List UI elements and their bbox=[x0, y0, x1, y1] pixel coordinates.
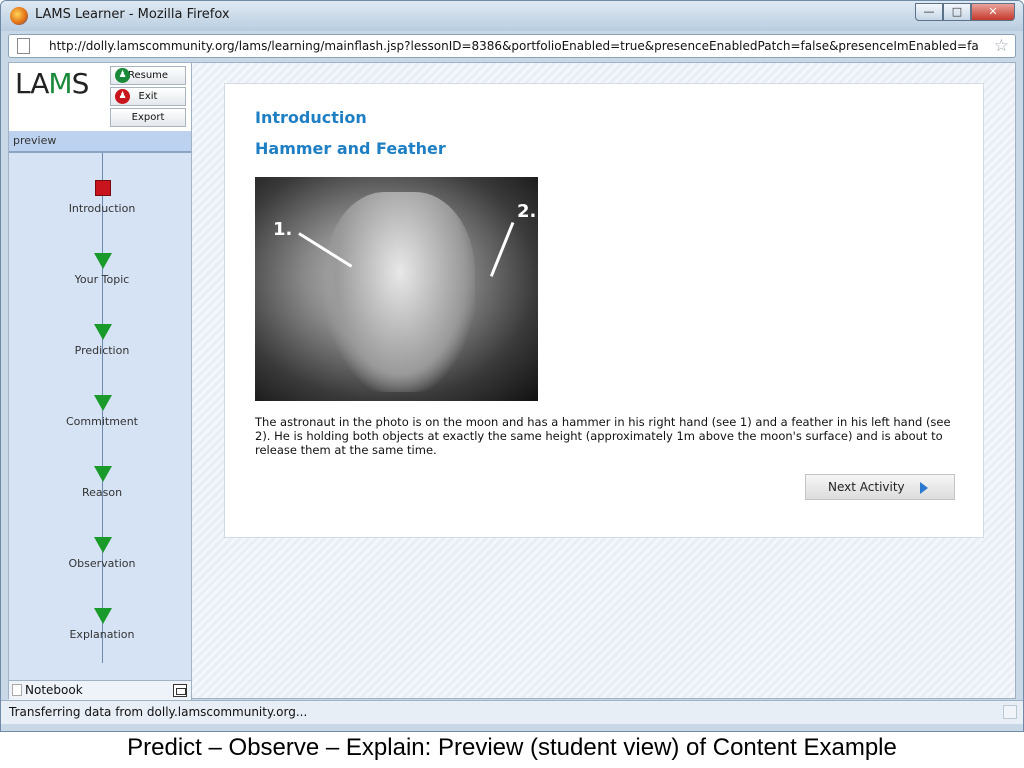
address-bar[interactable]: http://dolly.lamscommunity.org/lams/lear… bbox=[8, 34, 1016, 58]
preview-label: preview bbox=[9, 131, 191, 153]
resume-person-icon: ♟ bbox=[115, 68, 130, 83]
browser-window: LAMS Learner - Mozilla Firefox — □ ✕ htt… bbox=[0, 0, 1024, 732]
play-arrow-icon bbox=[920, 482, 928, 494]
activity-label: Introduction bbox=[68, 202, 136, 215]
logo-text-left: LA bbox=[15, 67, 49, 100]
resume-button[interactable]: ♟ Resume bbox=[110, 66, 186, 85]
todo-activity-marker-icon bbox=[94, 466, 112, 482]
resume-button-label: Resume bbox=[127, 70, 169, 81]
photo-label-one: 1. bbox=[273, 219, 293, 240]
activity-label: Prediction bbox=[74, 344, 130, 357]
activity-label: Explanation bbox=[69, 628, 135, 641]
window-controls: — □ ✕ bbox=[915, 3, 1015, 21]
exit-person-icon: ♟ bbox=[115, 89, 130, 104]
astronaut-photo: 1. 2. bbox=[255, 177, 538, 401]
activity-introduction[interactable]: Introduction bbox=[9, 180, 191, 230]
todo-activity-marker-icon bbox=[94, 608, 112, 624]
status-text: Transferring data from dolly.lamscommuni… bbox=[9, 705, 308, 719]
title-bar: LAMS Learner - Mozilla Firefox — □ ✕ bbox=[1, 1, 1023, 31]
notebook-label: Notebook bbox=[25, 683, 83, 697]
close-button[interactable]: ✕ bbox=[971, 3, 1015, 21]
activity-commitment[interactable]: Commitment bbox=[9, 393, 191, 443]
activity-label: Commitment bbox=[66, 415, 138, 428]
export-button-label: Export bbox=[131, 112, 165, 123]
todo-activity-marker-icon bbox=[94, 324, 112, 340]
activity-description: The astronaut in the photo is on the moo… bbox=[255, 415, 951, 457]
next-activity-button[interactable]: Next Activity bbox=[805, 474, 955, 500]
activity-your-topic[interactable]: Your Topic bbox=[9, 251, 191, 301]
arrow-two-icon bbox=[489, 221, 515, 277]
activity-prediction[interactable]: Prediction bbox=[9, 322, 191, 372]
resize-grip-icon[interactable] bbox=[1003, 705, 1017, 719]
activity-observation[interactable]: Observation bbox=[9, 535, 191, 585]
maximize-button[interactable]: □ bbox=[943, 3, 971, 21]
logo-area: LAMS ♟ Resume ♟ Exit Export bbox=[9, 63, 191, 131]
lams-sidebar: LAMS ♟ Resume ♟ Exit Export preview Intr… bbox=[9, 63, 192, 700]
notebook-bar[interactable]: Notebook bbox=[9, 680, 191, 700]
lams-logo: LAMS bbox=[15, 67, 90, 100]
firefox-icon bbox=[10, 7, 28, 25]
status-bar: Transferring data from dolly.lamscommuni… bbox=[1, 700, 1023, 724]
activity-panel: Introduction Hammer and Feather 1. 2. Th… bbox=[224, 83, 984, 538]
activity-reason[interactable]: Reason bbox=[9, 464, 191, 514]
slide-caption: Predict – Observe – Explain: Preview (st… bbox=[127, 734, 897, 761]
exit-button[interactable]: ♟ Exit bbox=[110, 87, 186, 106]
window-title: LAMS Learner - Mozilla Firefox bbox=[35, 7, 230, 22]
notebook-restore-button[interactable] bbox=[173, 684, 187, 697]
activity-heading: Introduction bbox=[255, 108, 367, 127]
todo-activity-marker-icon bbox=[94, 253, 112, 269]
page-content: LAMS ♟ Resume ♟ Exit Export preview Intr… bbox=[8, 62, 1016, 700]
export-button[interactable]: Export bbox=[110, 108, 186, 127]
logo-text-mark: M bbox=[48, 67, 72, 100]
activity-label: Reason bbox=[81, 486, 123, 499]
exit-button-label: Exit bbox=[138, 91, 158, 102]
astronaut-figure bbox=[325, 192, 475, 392]
todo-activity-marker-icon bbox=[94, 395, 112, 411]
url-text[interactable]: http://dolly.lamscommunity.org/lams/lear… bbox=[49, 39, 984, 53]
logo-text-right: S bbox=[71, 67, 90, 100]
bookmark-star-icon[interactable]: ☆ bbox=[994, 36, 1009, 56]
minimize-button[interactable]: — bbox=[915, 3, 943, 21]
photo-label-two: 2. bbox=[517, 201, 537, 222]
notebook-page-icon bbox=[12, 684, 22, 696]
next-activity-label: Next Activity bbox=[828, 480, 905, 494]
activity-subheading: Hammer and Feather bbox=[255, 139, 446, 158]
activity-sequence: Introduction Your Topic Prediction Commi… bbox=[9, 153, 191, 679]
activity-label: Observation bbox=[68, 557, 136, 570]
activity-label: Your Topic bbox=[74, 273, 130, 286]
page-icon bbox=[17, 38, 30, 54]
activity-explanation[interactable]: Explanation bbox=[9, 606, 191, 656]
current-activity-marker-icon bbox=[95, 180, 111, 196]
todo-activity-marker-icon bbox=[94, 537, 112, 553]
